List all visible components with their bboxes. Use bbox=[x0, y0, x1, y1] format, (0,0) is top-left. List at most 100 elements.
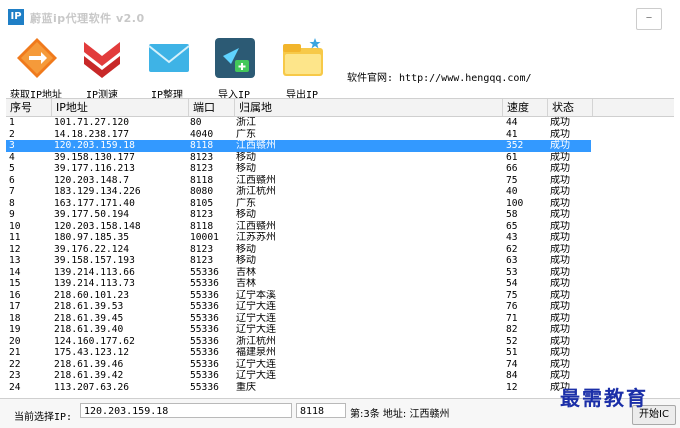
cell-speed: 84 bbox=[506, 370, 518, 381]
cell-port: 10001 bbox=[190, 232, 219, 243]
cell-speed: 100 bbox=[506, 197, 524, 209]
current-ip-field[interactable]: 120.203.159.18 bbox=[80, 403, 292, 418]
website-link[interactable]: 软件官网: http://www.hengqq.com/ bbox=[347, 69, 532, 84]
cell-port: 55336 bbox=[190, 301, 219, 312]
cell-n: 3 bbox=[9, 140, 15, 151]
cell-ip: 180.97.185.35 bbox=[54, 232, 130, 243]
import-ip-button[interactable]: 导入IP bbox=[212, 36, 258, 101]
table-row[interactable]: 17 218.61.39.53 55336 辽宁大连 76 成功 bbox=[6, 301, 674, 313]
cell-ip: 183.129.134.226 bbox=[54, 186, 141, 197]
cell-ip: 14.18.238.177 bbox=[54, 128, 130, 140]
col-header-status[interactable]: 状态 bbox=[548, 99, 593, 116]
table-row[interactable]: 3 120.203.159.18 8118 江西赣州 352 成功 bbox=[6, 140, 674, 152]
cell-ip: 163.177.171.40 bbox=[54, 197, 135, 209]
cell-speed: 12 bbox=[506, 381, 518, 393]
table-row[interactable]: 7 183.129.134.226 8080 浙江杭州 40 成功 bbox=[6, 186, 674, 198]
table-row[interactable]: 4 39.158.130.177 8123 移动 61 成功 bbox=[6, 152, 674, 164]
cell-loc: 移动 bbox=[236, 243, 256, 255]
table-row[interactable]: 23 218.61.39.42 55336 辽宁大连 84 成功 bbox=[6, 370, 674, 382]
table-body: 1 101.71.27.120 80 浙江 44 成功 2 14.18.238.177 4040… bbox=[6, 117, 674, 393]
cell-port: 8118 bbox=[190, 174, 214, 186]
cell-ip: 120.203.159.18 bbox=[54, 140, 135, 151]
table-row[interactable]: 13 39.158.157.193 8123 移动 63 成功 bbox=[6, 255, 674, 267]
cell-status: 成功 bbox=[550, 186, 570, 197]
cell-n: 19 bbox=[9, 324, 21, 335]
table-row[interactable]: 19 218.61.39.40 55336 辽宁大连 82 成功 bbox=[6, 324, 674, 336]
cell-status: 成功 bbox=[550, 232, 570, 243]
cell-status: 成功 bbox=[550, 278, 570, 289]
cell-port: 80 bbox=[190, 117, 202, 128]
minimize-button[interactable]: – bbox=[636, 8, 662, 30]
cell-ip: 218.61.39.53 bbox=[54, 301, 124, 312]
table-row[interactable]: 16 218.60.101.23 55336 辽宁本溪 75 成功 bbox=[6, 290, 674, 302]
app-icon: IP bbox=[8, 9, 24, 25]
cell-n: 2 bbox=[9, 128, 15, 140]
speed-test-button[interactable]: IP测速 bbox=[80, 36, 124, 101]
cell-ip: 39.177.116.213 bbox=[54, 163, 135, 174]
cell-ip: 139.214.113.66 bbox=[54, 266, 135, 278]
cell-speed: 75 bbox=[506, 174, 518, 186]
cell-status: 成功 bbox=[550, 197, 570, 209]
export-ip-button[interactable]: 导出IP bbox=[280, 36, 326, 101]
table-row[interactable]: 15 139.214.113.73 55336 吉林 54 成功 bbox=[6, 278, 674, 290]
table-row[interactable]: 6 120.203.148.7 8118 江西赣州 75 成功 bbox=[6, 175, 674, 187]
table-header: 序号 IP地址 端口 归属地 速度 状态 bbox=[6, 99, 674, 117]
col-header-location[interactable]: 归属地 bbox=[235, 99, 503, 116]
cell-loc: 浙江杭州 bbox=[236, 186, 276, 197]
table-row[interactable]: 5 39.177.116.213 8123 移动 66 成功 bbox=[6, 163, 674, 175]
cell-status: 成功 bbox=[550, 335, 570, 347]
table-row[interactable]: 21 175.43.123.12 55336 福建泉州 51 成功 bbox=[6, 347, 674, 359]
cell-loc: 辽宁大连 bbox=[236, 301, 276, 312]
table-row[interactable]: 8 163.177.171.40 8105 广东 100 成功 bbox=[6, 198, 674, 210]
cell-status: 成功 bbox=[550, 174, 570, 186]
cell-loc: 江西赣州 bbox=[236, 220, 276, 232]
cell-port: 55336 bbox=[190, 370, 219, 381]
cell-ip: 120.203.158.148 bbox=[54, 220, 141, 232]
cell-speed: 44 bbox=[506, 117, 518, 128]
cell-ip: 39.177.50.194 bbox=[54, 209, 130, 220]
cell-port: 8118 bbox=[190, 220, 214, 232]
cell-ip: 218.60.101.23 bbox=[54, 289, 130, 301]
cell-status: 成功 bbox=[550, 163, 570, 174]
table-row[interactable]: 18 218.61.39.45 55336 辽宁大连 71 成功 bbox=[6, 313, 674, 325]
cell-n: 24 bbox=[9, 381, 21, 393]
cell-status: 成功 bbox=[550, 220, 570, 232]
table-row[interactable]: 2 14.18.238.177 4040 广东 41 成功 bbox=[6, 129, 674, 141]
cell-port: 8080 bbox=[190, 186, 214, 197]
cell-ip: 39.158.157.193 bbox=[54, 255, 135, 266]
table-row[interactable]: 11 180.97.185.35 10001 江苏苏州 43 成功 bbox=[6, 232, 674, 244]
table-row[interactable]: 12 39.176.22.124 8123 移动 62 成功 bbox=[6, 244, 674, 256]
cell-status: 成功 bbox=[550, 255, 570, 266]
cell-status: 成功 bbox=[550, 370, 570, 381]
col-header-index[interactable]: 序号 bbox=[6, 99, 52, 116]
col-header-ip[interactable]: IP地址 bbox=[52, 99, 189, 116]
cell-port: 55336 bbox=[190, 278, 219, 289]
cell-speed: 66 bbox=[506, 163, 518, 174]
cell-port: 55336 bbox=[190, 381, 219, 393]
cell-loc: 辽宁大连 bbox=[236, 370, 276, 381]
table-row[interactable]: 20 124.160.177.62 55336 浙江杭州 52 成功 bbox=[6, 336, 674, 348]
cell-speed: 65 bbox=[506, 220, 518, 232]
col-header-port[interactable]: 端口 bbox=[189, 99, 235, 116]
get-ip-button[interactable]: 获取IP地址 bbox=[10, 36, 62, 101]
cell-ip: 218.61.39.46 bbox=[54, 358, 124, 370]
table-row[interactable]: 9 39.177.50.194 8123 移动 58 成功 bbox=[6, 209, 674, 221]
cell-speed: 75 bbox=[506, 289, 518, 301]
cell-ip: 175.43.123.12 bbox=[54, 347, 130, 358]
table-row[interactable]: 1 101.71.27.120 80 浙江 44 成功 bbox=[6, 117, 674, 129]
table-row[interactable]: 10 120.203.158.148 8118 江西赣州 65 成功 bbox=[6, 221, 674, 233]
cell-n: 16 bbox=[9, 289, 21, 301]
cell-port: 8123 bbox=[190, 209, 214, 220]
table-row[interactable]: 22 218.61.39.46 55336 辽宁大连 74 成功 bbox=[6, 359, 674, 371]
cell-n: 9 bbox=[9, 209, 15, 220]
current-port-field[interactable]: 8118 bbox=[296, 403, 346, 418]
cell-speed: 54 bbox=[506, 278, 518, 289]
cell-n: 11 bbox=[9, 232, 21, 243]
window-title: 蔚蓝ip代理软件 v2.0 bbox=[30, 12, 145, 25]
table-row[interactable]: 14 139.214.113.66 55336 吉林 53 成功 bbox=[6, 267, 674, 279]
col-header-speed[interactable]: 速度 bbox=[503, 99, 548, 116]
cell-loc: 江西赣州 bbox=[236, 174, 276, 186]
organize-button[interactable]: IP整理 bbox=[145, 36, 193, 101]
cell-port: 55336 bbox=[190, 358, 219, 370]
cell-n: 13 bbox=[9, 255, 21, 266]
